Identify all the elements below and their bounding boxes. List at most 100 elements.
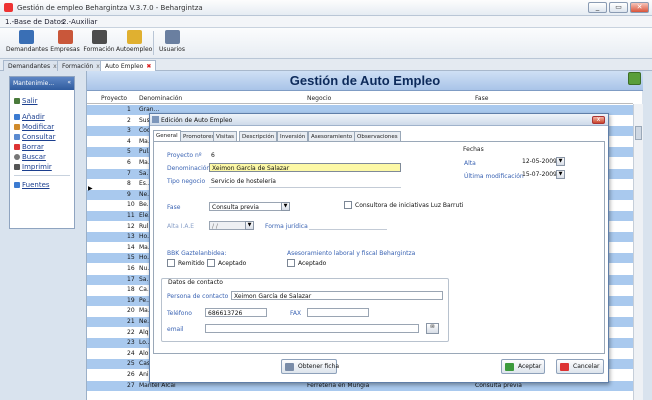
fecha-modificacion-value[interactable]: 15-07-2009 [522, 171, 557, 178]
maximize-button[interactable]: ▭ [609, 2, 628, 13]
close-window-button[interactable]: ✕ [630, 2, 649, 13]
tab-demandantes[interactable]: Demandantes x [3, 60, 62, 71]
contacto-title: Datos de contacto [167, 279, 224, 286]
telefono-input[interactable]: 686613726 [205, 308, 267, 317]
fax-input[interactable] [307, 308, 369, 317]
date-picker-icon[interactable]: ▼ [556, 170, 565, 179]
minimize-button[interactable]: _ [588, 2, 607, 13]
label-aceptado: Aceptado [218, 260, 247, 267]
tab-descripcion[interactable]: Descripción [239, 131, 278, 141]
graduation-icon [91, 30, 107, 44]
tab-formacion[interactable]: Formación x [57, 60, 105, 71]
tab-asesoramiento[interactable]: Asesoramiento [308, 131, 356, 141]
label-asesoramiento: Asesoramiento laboral y fiscal Behargint… [287, 250, 416, 257]
col-denominacion[interactable]: Denominación [139, 95, 182, 102]
print-icon [14, 164, 20, 170]
label-denominacion: Denominación [167, 165, 211, 172]
close-icon[interactable]: ✖ [146, 63, 151, 70]
panel-item-fuentes[interactable]: Fuentes [14, 181, 50, 189]
grid-scrollbar[interactable] [633, 104, 643, 400]
menu-bar: 1.-Base de Datos 2.-Auxiliar [0, 16, 652, 28]
email-input[interactable] [205, 324, 419, 333]
remitido-checkbox[interactable] [167, 259, 175, 267]
main-toolbar: Demandantes Empresas Formación Autoemple… [0, 28, 652, 59]
toolbar-usuarios-button[interactable]: Usuarios [158, 30, 186, 53]
cell-proyecto: 4 [127, 137, 131, 145]
label-alta: Alta [464, 160, 476, 167]
persona-contacto-input[interactable]: Xeimon García de Salazar [231, 291, 443, 300]
chevron-down-icon[interactable]: ▼ [281, 202, 290, 211]
check-icon [505, 363, 514, 371]
cell-proyecto: 21 [127, 318, 135, 325]
menu-base-datos[interactable]: 1.-Base de Datos [5, 18, 65, 26]
fecha-alta-value[interactable]: 12-05-2009 [522, 158, 557, 165]
forma-juridica-input[interactable] [309, 229, 387, 230]
label-asesor-aceptado: Aceptado [298, 260, 327, 267]
iniciativas-checkbox[interactable] [344, 201, 352, 209]
email-send-icon[interactable]: ✉ [426, 323, 439, 334]
label-telefono: Teléfono [167, 310, 192, 317]
aceptado-checkbox[interactable] [207, 259, 215, 267]
col-negocio[interactable]: Negocio [307, 95, 331, 102]
font-icon [14, 182, 20, 188]
aceptar-button[interactable]: Aceptar [501, 359, 545, 374]
toolbar-demandantes-button[interactable]: Demandantes [6, 30, 48, 53]
cell-proyecto: 2 [127, 116, 131, 124]
app-icon [4, 3, 13, 12]
col-fase[interactable]: Fase [475, 95, 488, 102]
cell-proyecto: 6 [127, 159, 131, 166]
tab-promotores[interactable]: Promotores [180, 131, 218, 141]
tab-general[interactable]: General [153, 130, 181, 141]
panel-item-modificar[interactable]: Modificar [14, 123, 54, 131]
col-proyecto[interactable]: Proyecto [101, 95, 127, 102]
asesor-aceptado-checkbox[interactable] [287, 259, 295, 267]
label-alta-iae: Alta I.A.E [167, 223, 195, 230]
toolbar-autoempleo-button[interactable]: Autoempleo [116, 30, 152, 53]
panel-item-salir[interactable]: Salir [14, 97, 38, 105]
label-fax: FAX [290, 310, 302, 317]
cell-proyecto: 26 [127, 371, 135, 378]
current-row-indicator: ▶ [88, 185, 93, 192]
tab-inversion[interactable]: Inversión [277, 131, 309, 141]
obtener-ficha-button[interactable]: Obtener ficha [281, 359, 339, 374]
tipo-negocio-value[interactable]: Servicio de hostelería [211, 178, 276, 185]
proyecto-value: 6 [211, 152, 215, 159]
worker-icon [126, 30, 142, 44]
cell-proyecto: 14 [127, 243, 135, 251]
panel-item-anadir[interactable]: Añadir [14, 113, 45, 121]
toolbar-formacion-button[interactable]: Formación [83, 30, 115, 53]
toolbar-divider [153, 31, 154, 55]
cell-proyecto: 16 [127, 265, 135, 272]
shield-icon[interactable] [628, 72, 641, 85]
menu-auxiliar[interactable]: 2.-Auxiliar [62, 18, 97, 26]
dialog-titlebar: Edición de Auto Empleo x [150, 114, 608, 126]
label-persona-contacto: Persona de contacto [167, 293, 229, 300]
cell-proyecto: 18 [127, 286, 135, 294]
denominacion-input[interactable]: Xeimon García de Salazar [209, 163, 401, 172]
cancelar-button[interactable]: Cancelar [556, 359, 604, 374]
cell-proyecto: 12 [127, 222, 135, 230]
cell-proyecto: 27 [127, 381, 135, 389]
edit-icon [14, 124, 20, 130]
general-tab-panel: Proyecto nº 6 Denominación Xeimon García… [153, 141, 605, 354]
cell-proyecto: 24 [127, 349, 135, 357]
maintenance-panel: Mantenimie... « Salir Añadir Modificar C… [9, 76, 75, 229]
cell-proyecto: 9 [127, 190, 131, 198]
panel-item-imprimir[interactable]: Imprimir [14, 163, 52, 171]
date-picker-icon[interactable]: ▼ [556, 157, 565, 166]
tab-observaciones[interactable]: Observaciones [354, 131, 401, 141]
tab-visitas[interactable]: Visitas [213, 131, 237, 141]
tab-auto-empleo[interactable]: Auto Empleo ✖ [100, 60, 157, 71]
toolbar-empresas-button[interactable]: Empresas [49, 30, 81, 53]
cell-proyecto: 25 [127, 360, 135, 368]
cell-proyecto: 19 [127, 296, 135, 304]
panel-item-borrar[interactable]: Borrar [14, 143, 44, 151]
window-title: Gestión de empleo Behargintza V.3.7.0 - … [17, 4, 203, 12]
dialog-close-button[interactable]: x [592, 116, 605, 124]
panel-item-consultar[interactable]: Consultar [14, 133, 56, 141]
fase-select[interactable]: Consulta previa [209, 202, 289, 211]
collapse-icon[interactable]: « [67, 79, 71, 86]
chevron-down-icon[interactable]: ▼ [245, 221, 254, 230]
panel-item-buscar[interactable]: Buscar [14, 153, 46, 161]
scroll-thumb[interactable] [635, 126, 642, 140]
